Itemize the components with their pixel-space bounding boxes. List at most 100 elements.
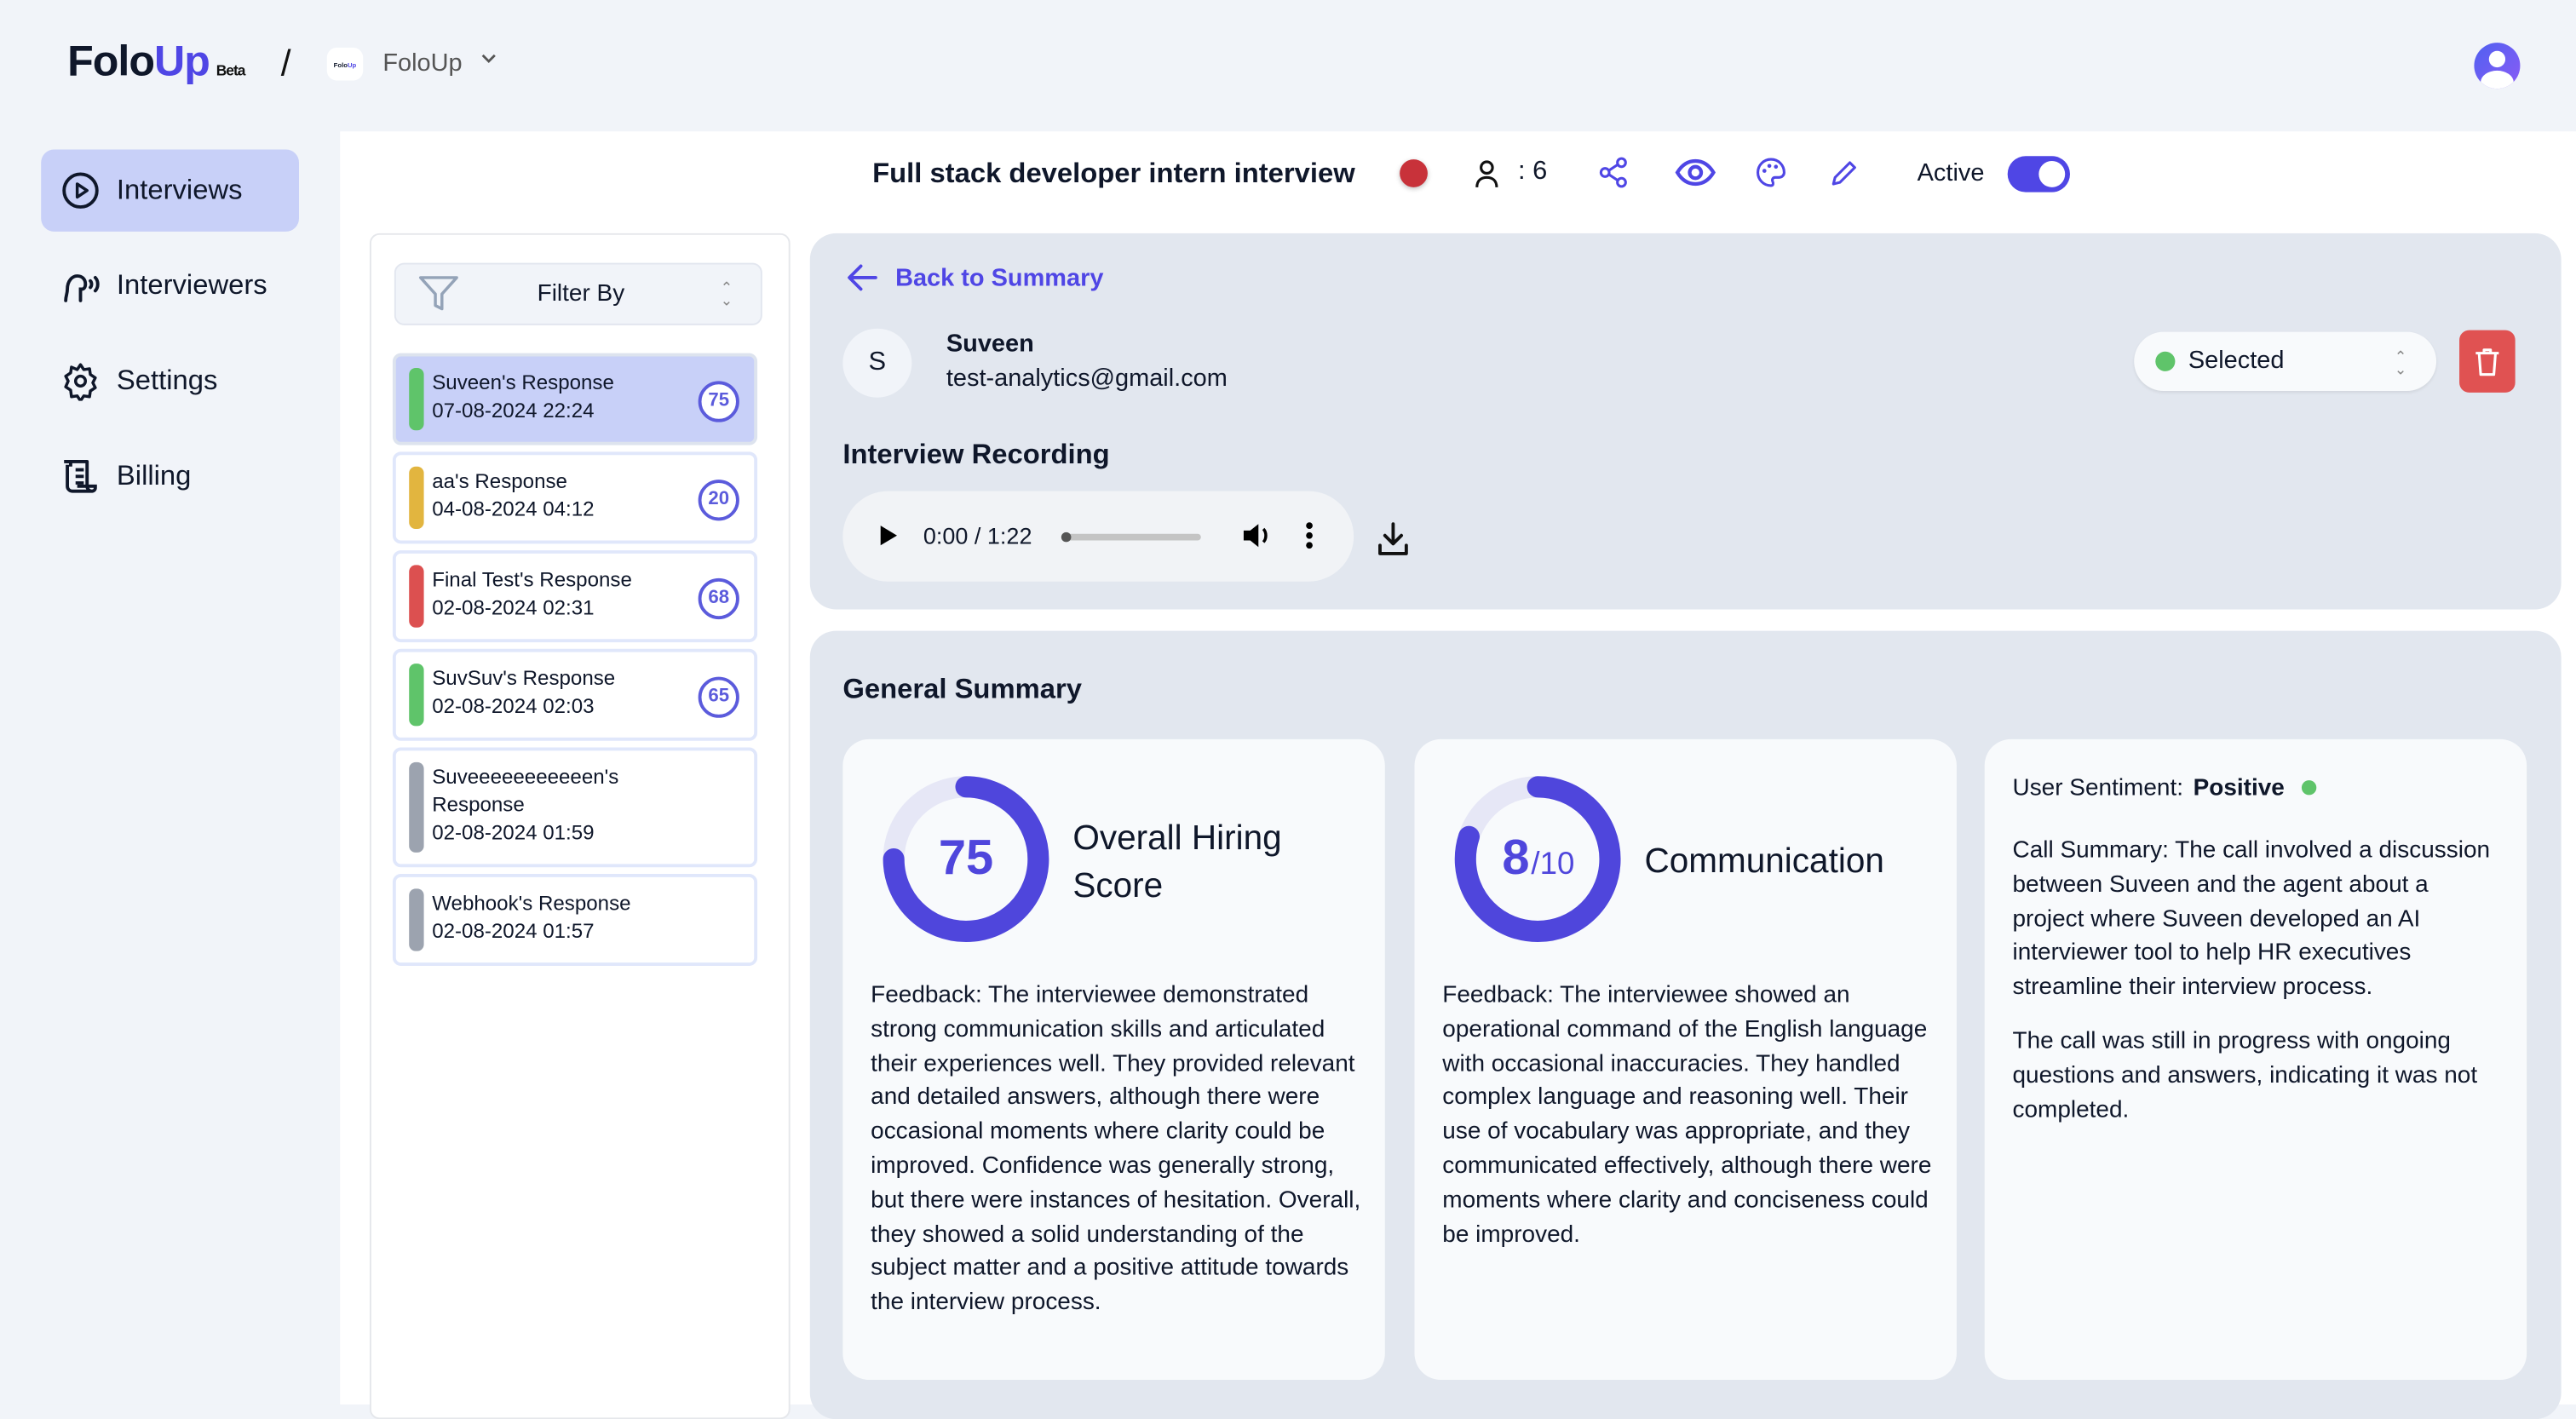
score-badge: 65: [698, 676, 739, 718]
feedback-text: Feedback: The interviewee demonstrated s…: [871, 982, 1361, 1317]
communication-card: 8 /10 Communication Feedback: The interv…: [1414, 738, 1957, 1380]
communication-feedback: Feedback: The interviewee showed an oper…: [1442, 979, 1935, 1252]
trash-icon: [2475, 348, 2499, 376]
general-summary-panel: General Summary 75 Overall Hiring Score F…: [809, 630, 2562, 1419]
sidebar-item-label: Interviews: [116, 174, 243, 206]
call-summary-text-2: The call was still in progress with ongo…: [2012, 1028, 2478, 1123]
response-item[interactable]: Suveen's Response 07-08-2024 22:24 75: [392, 353, 758, 445]
delete-button[interactable]: [2459, 330, 2516, 393]
status-color-bar: [409, 664, 424, 727]
download-button[interactable]: [1375, 520, 1411, 565]
download-icon: [1378, 522, 1408, 555]
response-name: Suveeeeeeeeeeen's Response: [432, 765, 619, 817]
back-to-summary-link[interactable]: Back to Summary: [846, 263, 1103, 293]
overall-score-card: 75 Overall Hiring Score Feedback: The int…: [842, 738, 1385, 1380]
response-name: aa's Response: [432, 469, 567, 493]
org-logo-text-2: Up: [347, 60, 357, 69]
org-switcher-name[interactable]: FoloUp: [382, 49, 462, 78]
sidebar-item-interviewers[interactable]: Interviewers: [41, 244, 299, 326]
chevron-down-icon[interactable]: [480, 49, 497, 72]
status-label: Selected: [2188, 346, 2285, 375]
response-date: 02-08-2024 01:59: [432, 821, 595, 845]
score-badge: 68: [698, 577, 739, 620]
user-avatar[interactable]: [2474, 43, 2521, 89]
communication-score-max: /10: [1531, 846, 1574, 881]
response-name: SuvSuv's Response: [432, 666, 616, 690]
breadcrumb-separator: /: [280, 43, 291, 84]
response-name: Webhook's Response: [432, 892, 631, 916]
chevron-up-down-icon: ⌃ ⌄: [2394, 348, 2407, 378]
arrow-left-icon: [848, 264, 877, 291]
overall-score-label: Overall Hiring Score: [1072, 815, 1281, 911]
label-line-2: Score: [1072, 867, 1164, 905]
user-icon: [1474, 159, 1500, 197]
candidate-name: Suveen: [946, 330, 1034, 359]
chevron-up-down-icon: ⌃ ⌄: [720, 279, 733, 309]
sidebar-item-interviews[interactable]: Interviews: [41, 149, 299, 232]
candidate-email: test-analytics@gmail.com: [946, 365, 1228, 393]
interview-header: Full stack developer intern interview : …: [340, 131, 2576, 216]
sidebar-item-label: Interviewers: [116, 269, 267, 301]
pencil-icon[interactable]: [1828, 156, 1858, 197]
response-item[interactable]: aa's Response 04-08-2024 04:12 20: [392, 451, 758, 544]
more-options-button[interactable]: [1304, 520, 1314, 558]
response-item[interactable]: Final Test's Response 02-08-2024 02:31 6…: [392, 550, 758, 643]
sentiment-card: User Sentiment: Positive Call Summary: Th…: [1984, 738, 2527, 1380]
play-icon: [880, 526, 897, 546]
brand-name-part1: Folo: [67, 36, 155, 86]
top-bar: FoloUp Beta / Folo Up FoloUp: [0, 0, 2576, 131]
status-color-bar: [409, 367, 424, 431]
response-date: 07-08-2024 22:24: [432, 399, 595, 422]
page-title: Full stack developer intern interview: [872, 158, 1355, 189]
share-icon[interactable]: [1598, 156, 1628, 197]
sidebar-item-label: Billing: [116, 459, 192, 491]
filter-icon: [417, 274, 460, 322]
active-toggle[interactable]: [2007, 156, 2070, 192]
score-badge: 20: [698, 480, 739, 521]
communication-score-value: 8: [1502, 830, 1529, 885]
app-root: FoloUp Beta / Folo Up FoloUp Interviews In…: [0, 0, 2576, 1419]
candidate-status-select[interactable]: Selected ⌃ ⌄: [2134, 331, 2437, 391]
response-detail-panel: Back to Summary S Suveen test-analytics@…: [809, 233, 2562, 610]
scroll-icon: [64, 459, 97, 493]
play-button[interactable]: [879, 524, 899, 555]
avatar-head: [2488, 50, 2506, 68]
sidebar-item-label: Settings: [116, 365, 218, 396]
response-item[interactable]: Suveeeeeeeeeeen's Response 02-08-2024 01…: [392, 747, 758, 868]
response-name: Suveen's Response: [432, 371, 614, 394]
recording-title: Interview Recording: [842, 438, 1110, 470]
communication-label: Communication: [1644, 842, 1884, 881]
overall-score-gauge: 75: [883, 776, 1049, 943]
speaking-head-icon: [64, 274, 100, 302]
score-badge: 75: [698, 381, 739, 422]
org-logo-text-1: Folo: [333, 60, 348, 69]
more-vertical-icon: [1306, 522, 1313, 549]
seek-thumb[interactable]: [1061, 531, 1072, 543]
response-item[interactable]: SuvSuv's Response 02-08-2024 02:03 65: [392, 648, 758, 741]
communication-gauge: 8 /10: [1454, 776, 1621, 943]
filter-label: Filter By: [537, 280, 625, 307]
palette-icon[interactable]: [1755, 156, 1788, 197]
active-toggle-label: Active: [1917, 159, 1985, 187]
sentiment-label: User Sentiment:: [2012, 775, 2184, 802]
brand-logo[interactable]: FoloUp Beta: [67, 36, 245, 87]
response-date: 04-08-2024 04:12: [432, 497, 595, 521]
call-summary: Call Summary: The call involved a discus…: [2012, 835, 2505, 1128]
label-line-1: Overall Hiring: [1072, 819, 1282, 858]
eye-icon[interactable]: [1674, 156, 1716, 197]
response-date: 02-08-2024 02:03: [432, 694, 595, 718]
org-logo: Folo Up: [326, 47, 364, 81]
volume-button[interactable]: [1240, 520, 1274, 558]
seek-slider[interactable]: [1061, 531, 1201, 543]
sidebar-item-billing[interactable]: Billing: [41, 435, 299, 517]
gear-icon: [64, 363, 97, 401]
sidebar-item-settings[interactable]: Settings: [41, 340, 299, 422]
back-label: Back to Summary: [895, 263, 1104, 292]
filter-select[interactable]: Filter By ⌃ ⌄: [394, 262, 762, 325]
response-name: Final Test's Response: [432, 568, 632, 592]
toggle-knob: [2038, 160, 2066, 187]
response-item[interactable]: Webhook's Response 02-08-2024 01:57: [392, 873, 758, 966]
call-summary-text: Call Summary: The call involved a discus…: [2012, 837, 2491, 1001]
status-color-bar: [409, 466, 424, 529]
playback-time: 0:00 / 1:22: [923, 522, 1032, 549]
